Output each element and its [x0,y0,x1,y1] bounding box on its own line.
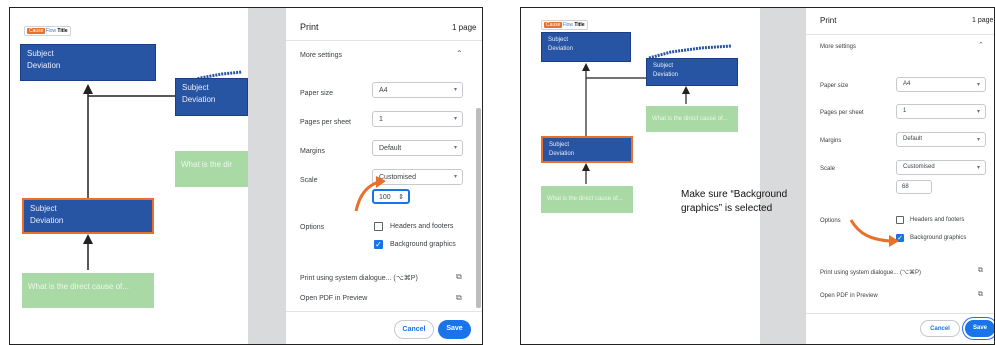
screenshot-after: Cause Flow Title Subject Deviation Subjec… [520,7,995,345]
annotation-arrow-icon [354,176,386,212]
screenshot-before: Cause Flow Title Subject Deviation Subjec… [9,7,483,345]
annotation-arrow-icon [849,219,899,247]
